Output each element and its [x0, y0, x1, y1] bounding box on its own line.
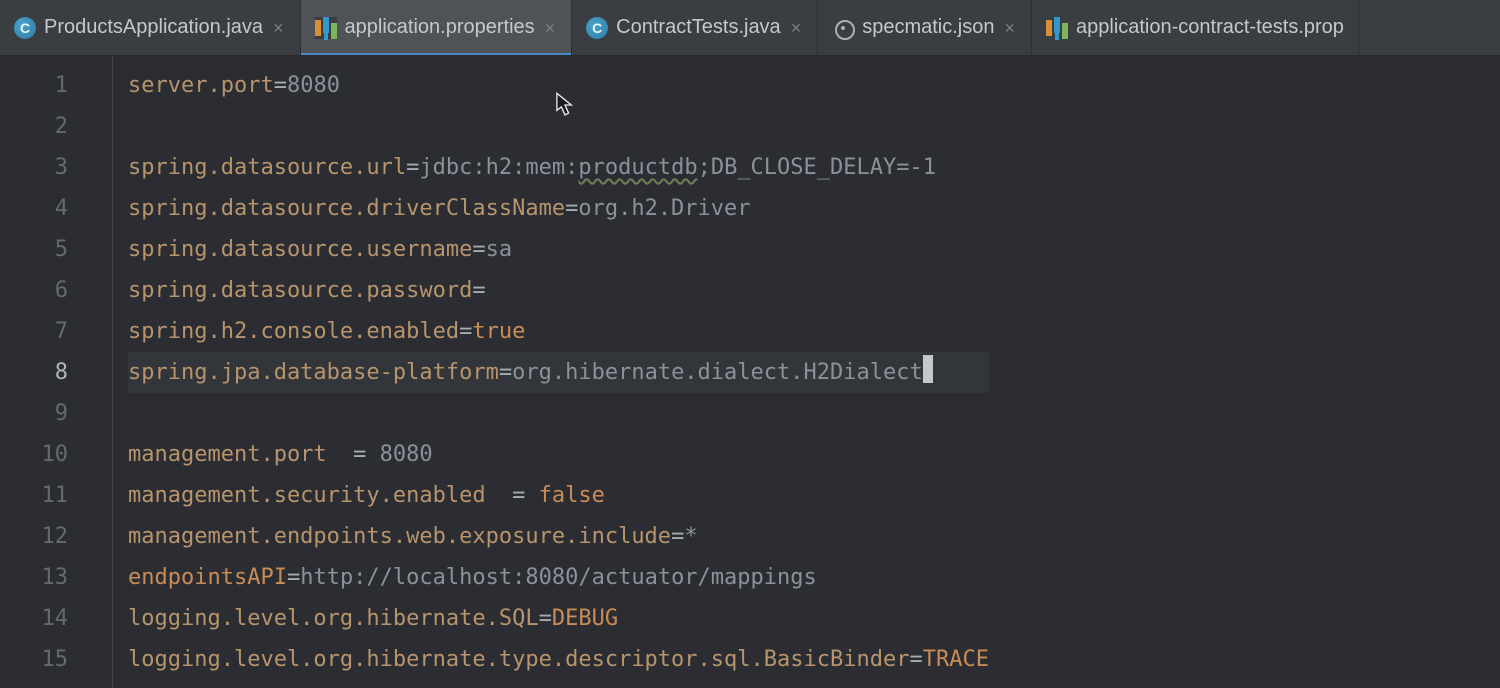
code-token: =	[406, 155, 419, 180]
code-token: true	[472, 319, 525, 344]
java-icon	[14, 17, 36, 39]
code-token: org.hibernate.dialect.H2Dialect	[512, 360, 923, 385]
tab-label: ProductsApplication.java	[44, 16, 263, 39]
line-number: 5	[0, 229, 100, 270]
text-caret	[923, 355, 933, 383]
code-token: =	[274, 73, 287, 98]
line-number: 8	[0, 352, 100, 393]
code-line[interactable]	[128, 106, 989, 147]
java-icon	[586, 17, 608, 39]
gutter-separator	[112, 56, 113, 688]
line-number: 15	[0, 639, 100, 680]
json-icon	[832, 17, 854, 39]
code-token: spring.datasource.url	[128, 155, 406, 180]
code-token: 8080	[380, 442, 433, 467]
properties-icon	[315, 17, 337, 39]
code-line[interactable]: management.endpoints.web.exposure.includ…	[128, 516, 989, 557]
code-token: productdb	[578, 155, 697, 180]
line-number: 7	[0, 311, 100, 352]
code-token: false	[539, 483, 605, 508]
code-line[interactable]: spring.jpa.database-platform=org.hiberna…	[128, 352, 989, 393]
tab-label: specmatic.json	[862, 16, 994, 39]
code-token: spring.jpa.database-platform	[128, 360, 499, 385]
line-number: 10	[0, 434, 100, 475]
code-token: DEBUG	[552, 606, 618, 631]
line-number: 2	[0, 106, 100, 147]
code-line[interactable]: spring.h2.console.enabled=true	[128, 311, 989, 352]
line-number: 11	[0, 475, 100, 516]
code-token: 8080	[287, 73, 340, 98]
code-token: =	[499, 360, 512, 385]
code-line[interactable]: management.port = 8080	[128, 434, 989, 475]
code-token: http://localhost:8080/actuator/mappings	[300, 565, 817, 590]
tab-contract-tests[interactable]: ContractTests.java ×	[572, 0, 818, 55]
code-line[interactable]: management.security.enabled = false	[128, 475, 989, 516]
code-line[interactable]: logging.level.org.hibernate.SQL=DEBUG	[128, 598, 989, 639]
code-token: spring.datasource.username	[128, 237, 472, 262]
line-number-gutter: 123456789101112131415	[0, 56, 100, 688]
code-content[interactable]: server.port=8080 spring.datasource.url=j…	[100, 56, 989, 688]
line-number: 9	[0, 393, 100, 434]
code-token: logging.level.org.hibernate.SQL	[128, 606, 539, 631]
code-token: =	[671, 524, 684, 549]
tab-application-contract-tests-properties[interactable]: application-contract-tests.prop	[1032, 0, 1359, 55]
line-number: 3	[0, 147, 100, 188]
code-token: =	[565, 196, 578, 221]
code-token: spring.datasource.driverClassName	[128, 196, 565, 221]
code-token: server.port	[128, 73, 274, 98]
line-number: 4	[0, 188, 100, 229]
code-line[interactable]: spring.datasource.password=	[128, 270, 989, 311]
close-icon[interactable]: ×	[543, 19, 558, 37]
code-token: management.port	[128, 442, 340, 467]
code-token: spring.h2.console.enabled	[128, 319, 459, 344]
tab-label: application.properties	[345, 16, 535, 39]
code-line[interactable]: server.port=8080	[128, 65, 989, 106]
code-token: =	[472, 278, 485, 303]
tab-products-application[interactable]: ProductsApplication.java ×	[0, 0, 301, 55]
code-token: jdbc:h2:mem:	[419, 155, 578, 180]
close-icon[interactable]: ×	[1002, 19, 1017, 37]
line-number: 6	[0, 270, 100, 311]
code-token: sa	[486, 237, 513, 262]
editor-tabs: ProductsApplication.java × application.p…	[0, 0, 1500, 56]
code-token: management.security.enabled	[128, 483, 499, 508]
code-token: spring.datasource.password	[128, 278, 472, 303]
code-line[interactable]: spring.datasource.url=jdbc:h2:mem:produc…	[128, 147, 989, 188]
tab-label: ContractTests.java	[616, 16, 781, 39]
code-token: org.h2.Driver	[578, 196, 750, 221]
code-token: =	[340, 442, 380, 467]
line-number: 1	[0, 65, 100, 106]
tab-label: application-contract-tests.prop	[1076, 16, 1344, 39]
line-number: 14	[0, 598, 100, 639]
code-token: =	[459, 319, 472, 344]
code-line[interactable]	[128, 393, 989, 434]
close-icon[interactable]: ×	[789, 19, 804, 37]
tab-specmatic-json[interactable]: specmatic.json ×	[818, 0, 1032, 55]
code-editor[interactable]: 123456789101112131415 server.port=8080 s…	[0, 56, 1500, 688]
close-icon[interactable]: ×	[271, 19, 286, 37]
line-number: 13	[0, 557, 100, 598]
code-token: ;DB_CLOSE_DELAY=-1	[698, 155, 936, 180]
line-number: 12	[0, 516, 100, 557]
code-line[interactable]: spring.datasource.driverClassName=org.h2…	[128, 188, 989, 229]
code-token: endpointsAPI	[128, 565, 287, 590]
code-token: =	[539, 606, 552, 631]
tab-application-properties[interactable]: application.properties ×	[301, 0, 573, 55]
code-token: management.endpoints.web.exposure.includ…	[128, 524, 671, 549]
code-token: *	[684, 524, 697, 549]
code-token: =	[472, 237, 485, 262]
properties-icon	[1046, 17, 1068, 39]
code-token: =	[287, 565, 300, 590]
code-line[interactable]: spring.datasource.username=sa	[128, 229, 989, 270]
code-token: TRACE	[923, 647, 989, 672]
code-line[interactable]: logging.level.org.hibernate.type.descrip…	[128, 639, 989, 680]
code-token: =	[909, 647, 922, 672]
code-token: logging.level.org.hibernate.type.descrip…	[128, 647, 909, 672]
code-token: =	[499, 483, 539, 508]
code-line[interactable]: endpointsAPI=http://localhost:8080/actua…	[128, 557, 989, 598]
